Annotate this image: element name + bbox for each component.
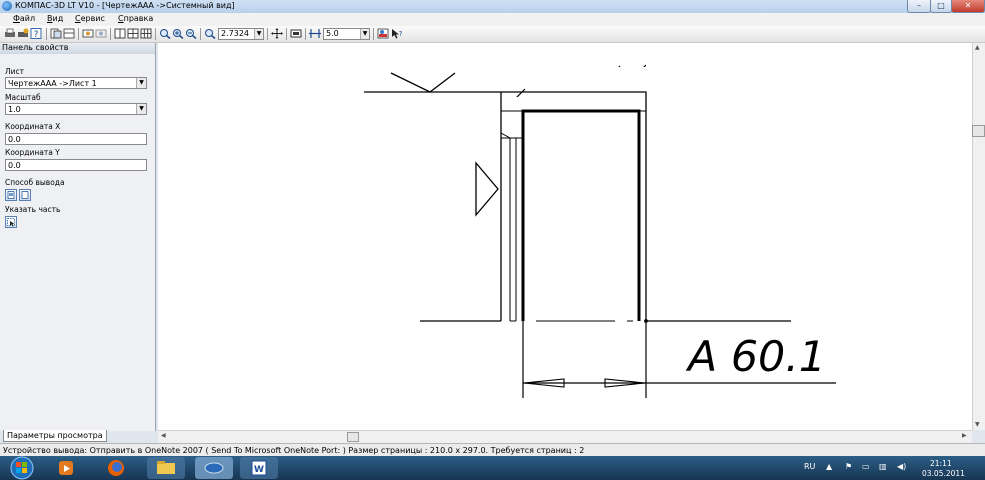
rotate-icon[interactable]	[95, 28, 107, 39]
toolbar-separator	[200, 28, 201, 40]
roughness-mark	[390, 72, 456, 93]
clock-time[interactable]: 21:11	[930, 459, 952, 468]
menu-file[interactable]: Файл	[13, 14, 35, 23]
scroll-right-icon[interactable]: ▶	[962, 432, 967, 439]
chevron-down-icon[interactable]: ▼	[136, 104, 146, 114]
inner-contour	[521, 109, 641, 321]
start-button-icon[interactable]	[2, 456, 42, 480]
menu-service[interactable]: Сервис	[75, 14, 105, 23]
kompas-app-icon	[2, 1, 12, 11]
print-setup-icon[interactable]	[17, 28, 29, 39]
zoom-scale-icon[interactable]	[204, 28, 216, 39]
action-center-icon[interactable]: ⚑	[845, 462, 852, 471]
toolbar-separator	[78, 28, 79, 40]
coord-x-label: Координата X	[5, 122, 61, 131]
display-icon[interactable]: ▭	[862, 462, 870, 471]
drawing-svg: A 60.1	[364, 64, 836, 398]
step-icon[interactable]	[309, 28, 321, 39]
toolbar-separator	[305, 28, 306, 40]
fit-pages-icon[interactable]	[82, 28, 94, 39]
scroll-up-icon[interactable]: ▲	[975, 44, 980, 51]
chevron-down-icon[interactable]: ▼	[360, 29, 369, 39]
zoom-combo[interactable]: 2.7324 ▼	[218, 28, 264, 40]
vertical-scroll-thumb[interactable]	[972, 125, 985, 137]
context-help-icon[interactable]: ?	[391, 28, 403, 39]
grid-one-icon[interactable]	[114, 28, 126, 39]
grid-two-icon[interactable]	[127, 28, 139, 39]
coord-y-label: Координата Y	[5, 148, 60, 157]
zoom-in-icon[interactable]	[172, 28, 184, 39]
close-button[interactable]: ✕	[951, 0, 985, 13]
library-icon[interactable]	[377, 28, 389, 39]
maximize-button[interactable]: □	[930, 0, 952, 13]
toolbar-separator	[373, 28, 374, 40]
tray-expand-icon[interactable]: ▲	[826, 462, 832, 471]
step-combo[interactable]: 5.0 ▼	[323, 28, 370, 40]
toolbar-separator	[46, 28, 47, 40]
svg-text:W: W	[254, 465, 264, 475]
scroll-down-icon[interactable]: ▼	[975, 421, 980, 428]
menu-help[interactable]: Справка	[118, 14, 153, 23]
drawing-canvas[interactable]: A 60.1	[158, 43, 972, 430]
print-icon[interactable]	[4, 28, 16, 39]
sheet-value: ЧертежААА ->Лист 1	[8, 79, 97, 88]
output-page-icon[interactable]	[19, 189, 31, 201]
network-icon[interactable]: ▥	[879, 462, 887, 471]
status-bar: Устройство вывода: Отправить в OneNote 2…	[0, 443, 985, 456]
horizontal-scrollbar[interactable]	[158, 430, 972, 443]
tab-view-params[interactable]: Параметры просмотра	[3, 430, 107, 442]
panel-title: Панель свойств	[0, 43, 155, 54]
zoom-value: 2.7324	[221, 29, 249, 38]
sheet-select[interactable]: ЧертежААА ->Лист 1 ▼	[5, 77, 147, 89]
title-bar: КОМПАС-3D LT V10 - [ЧертежААА ->Системны…	[0, 0, 985, 13]
explorer-folder-icon[interactable]	[147, 457, 185, 479]
toolbar-separator	[110, 28, 111, 40]
weld-symbol	[475, 161, 499, 217]
scale-value: 1.0	[8, 105, 21, 114]
menu-bar: Файл Вид Сервис Справка	[0, 13, 985, 26]
properties-panel: Панель свойств Лист ЧертежААА ->Лист 1 ▼ …	[0, 43, 156, 442]
chevron-down-icon[interactable]: ▼	[254, 29, 263, 39]
vertical-scrollbar[interactable]	[972, 43, 985, 430]
page-layout-icon[interactable]	[50, 28, 62, 39]
select-part-label: Указать часть	[5, 205, 61, 214]
grid-four-icon[interactable]	[140, 28, 152, 39]
toolbar-separator	[286, 28, 287, 40]
scale-label: Масштаб	[5, 93, 41, 102]
window-title: КОМПАС-3D LT V10 - [ЧертежААА ->Системны…	[15, 1, 235, 10]
coord-y-input[interactable]: 0.0	[5, 159, 147, 171]
chevron-down-icon[interactable]: ▼	[136, 78, 146, 88]
page-arrange-icon[interactable]	[63, 28, 75, 39]
coord-x-input[interactable]: 0.0	[5, 133, 147, 145]
step-value: 5.0	[326, 29, 339, 38]
language-indicator[interactable]: RU	[804, 462, 815, 471]
word-icon[interactable]: W	[240, 457, 278, 479]
toolbar-separator	[155, 28, 156, 40]
volume-icon[interactable]: ◀)	[897, 462, 906, 471]
scroll-left-icon[interactable]: ◀	[161, 432, 166, 439]
firefox-icon[interactable]	[97, 457, 135, 479]
output-mode-label: Способ вывода	[5, 178, 65, 187]
horizontal-scroll-thumb[interactable]	[347, 432, 359, 442]
select-part-icon[interactable]	[5, 216, 17, 228]
svg-text:?: ?	[399, 30, 403, 38]
clock-date[interactable]: 03.05.2011	[922, 469, 965, 478]
scale-select[interactable]: 1.0 ▼	[5, 103, 147, 115]
output-single-icon[interactable]	[5, 189, 17, 201]
zoom-out-icon[interactable]	[185, 28, 197, 39]
zoom-window-icon[interactable]	[159, 28, 171, 39]
sheet-label: Лист	[5, 67, 25, 76]
dimension-text: A 60.1	[685, 332, 826, 381]
help-icon[interactable]: ?	[30, 28, 42, 39]
menu-view[interactable]: Вид	[47, 14, 63, 23]
svg-text:?: ?	[34, 30, 39, 39]
show-all-icon[interactable]	[290, 28, 302, 39]
toolbar-separator	[267, 28, 268, 40]
kompas-taskbar-icon[interactable]	[195, 457, 233, 479]
pan-icon[interactable]	[271, 28, 283, 39]
taskbar-media-icon[interactable]	[47, 457, 85, 479]
minimize-button[interactable]: –	[907, 0, 931, 13]
toolbar: ? 2.7324 ▼ 5.0 ▼ ?	[0, 26, 985, 43]
taskbar: W RU ▲ ⚑ ▭ ▥ ◀) 21:11 03.05.2011	[0, 456, 985, 480]
